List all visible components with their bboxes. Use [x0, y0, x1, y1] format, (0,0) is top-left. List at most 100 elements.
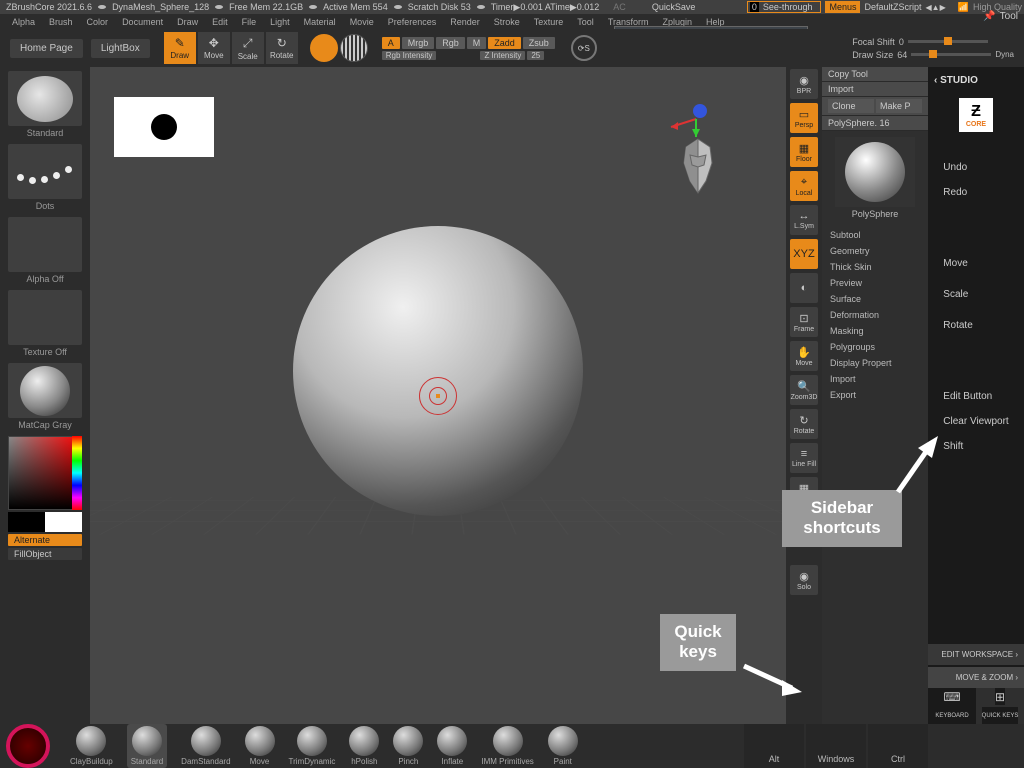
menu-help[interactable]: Help	[706, 17, 725, 27]
menu-transform[interactable]: Transform	[608, 17, 649, 27]
brush-hpolish[interactable]: hPolish	[349, 726, 379, 766]
dots-slot[interactable]	[8, 144, 82, 199]
studio-redo-button[interactable]: Redo	[943, 187, 1008, 198]
draw-mode-button[interactable]: ✎Draw	[164, 32, 196, 64]
studio-clear-viewport-button[interactable]: Clear Viewport	[943, 416, 1008, 427]
menu-zplugin[interactable]: Zplugin	[662, 17, 692, 27]
menu-edit[interactable]: Edit	[212, 17, 228, 27]
home-page-button[interactable]: Home Page	[10, 39, 83, 58]
quickkey-alt[interactable]: Alt	[744, 724, 804, 768]
quickkey-ctrl[interactable]: Ctrl	[868, 724, 928, 768]
brush-damstandard[interactable]: DamStandard	[181, 726, 230, 766]
studio-tab-keyboard[interactable]: ⌨KEYBOARD	[928, 688, 976, 724]
clone-button[interactable]: Clone	[828, 99, 874, 113]
brush-pinch[interactable]: Pinch	[393, 726, 423, 766]
swatch-row[interactable]	[8, 512, 82, 532]
studio-back-button[interactable]: ‹ STUDIO	[928, 67, 1024, 94]
studio-scale-button[interactable]: Scale	[943, 289, 1008, 300]
a-toggle[interactable]: A	[382, 37, 400, 49]
mrgb-toggle[interactable]: Mrgb	[402, 37, 435, 49]
zoom3d-button[interactable]: 🔍Zoom3D	[790, 375, 818, 405]
studio-move-button[interactable]: Move	[943, 258, 1008, 269]
menu-preferences[interactable]: Preferences	[388, 17, 437, 27]
brush-trimdynamic[interactable]: TrimDynamic	[289, 726, 336, 766]
local-button[interactable]: ⌖Local	[790, 171, 818, 201]
edit-workspace-button[interactable]: EDIT WORKSPACE ›	[928, 644, 1024, 665]
brush-standard[interactable]: Standard	[127, 724, 167, 768]
menu-draw[interactable]: Draw	[177, 17, 198, 27]
menu-document[interactable]: Document	[122, 17, 163, 27]
brush-inflate[interactable]: Inflate	[437, 726, 467, 766]
lsym-button[interactable]: ↔L.Sym	[790, 205, 818, 235]
menu-movie[interactable]: Movie	[350, 17, 374, 27]
menu-tool[interactable]: Tool	[577, 17, 594, 27]
zadd-toggle[interactable]: Zadd	[488, 37, 521, 49]
brush-paint[interactable]: Paint	[548, 726, 578, 766]
bpr-button[interactable]: ◉BPR	[790, 69, 818, 99]
studio-rotate-button[interactable]: Rotate	[943, 320, 1008, 331]
standard-slot[interactable]	[8, 71, 82, 126]
studio-undo-button[interactable]: Undo	[943, 162, 1008, 173]
gyro-toggle[interactable]: ⟳S	[571, 35, 597, 61]
make-polymesh-button[interactable]: Make P	[876, 99, 922, 113]
solo-button[interactable]: ◉Solo	[790, 565, 818, 595]
tool-section-subtool[interactable]: Subtool	[830, 227, 920, 243]
texture-off-slot[interactable]	[8, 290, 82, 345]
rgb-toggle[interactable]: Rgb	[436, 37, 465, 49]
default-zscript[interactable]: DefaultZScript	[864, 2, 921, 12]
studio-edit-button-button[interactable]: Edit Button	[943, 391, 1008, 402]
menu-material[interactable]: Material	[304, 17, 336, 27]
menu-brush[interactable]: Brush	[49, 17, 73, 27]
tool-section-geometry[interactable]: Geometry	[830, 243, 920, 259]
brush-claybuildup[interactable]: ClayBuildup	[70, 726, 113, 766]
gizmo-disc[interactable]	[310, 34, 338, 62]
menu-light[interactable]: Light	[270, 17, 290, 27]
brush-imm-primitives[interactable]: IMM Primitives	[481, 726, 533, 766]
tool-section-masking[interactable]: Masking	[830, 323, 920, 339]
matcap-gray-slot[interactable]	[8, 363, 82, 418]
gizmo-disc-2[interactable]	[340, 34, 368, 62]
see-through-slider[interactable]: 0See-through	[747, 1, 822, 13]
quickkey-windows[interactable]: Windows	[806, 724, 866, 768]
alpha-off-slot[interactable]	[8, 217, 82, 272]
tool-section-preview[interactable]: Preview	[830, 275, 920, 291]
alternate-button[interactable]: Alternate	[8, 534, 82, 546]
quicksave-button[interactable]: QuickSave	[648, 2, 700, 12]
menu-file[interactable]: File	[242, 17, 257, 27]
copy-tool-button[interactable]: Copy Tool	[822, 67, 928, 82]
menu-render[interactable]: Render	[450, 17, 480, 27]
studio-shift-button[interactable]: Shift	[943, 441, 1008, 452]
menu-alpha[interactable]: Alpha	[12, 17, 35, 27]
zsub-toggle[interactable]: Zsub	[523, 37, 555, 49]
tool-section-display-propert[interactable]: Display Propert	[830, 355, 920, 371]
move-zoom-button[interactable]: MOVE & ZOOM ›	[928, 667, 1024, 688]
menu-stroke[interactable]: Stroke	[494, 17, 520, 27]
floor-button[interactable]: ▦Floor	[790, 137, 818, 167]
draw-size-slider[interactable]: Draw Size 64Dyna	[852, 50, 1014, 60]
studio-tab-quick-keys[interactable]: ⊞QUICK KEYS	[976, 688, 1024, 724]
scale-mode-button[interactable]: ⤢Scale	[232, 32, 264, 64]
rotate-button[interactable]: ↻Rotate	[790, 409, 818, 439]
-button[interactable]: ◐	[790, 273, 818, 303]
lightbox-button[interactable]: LightBox	[91, 39, 150, 58]
polysphere-row[interactable]: PolySphere. 16	[822, 116, 928, 131]
tool-section-surface[interactable]: Surface	[830, 291, 920, 307]
menus-button[interactable]: Menus	[825, 1, 860, 13]
tool-thumbnail[interactable]	[835, 137, 915, 207]
persp-button[interactable]: ▭Persp	[790, 103, 818, 133]
move-mode-button[interactable]: ✥Move	[198, 32, 230, 64]
menu-color[interactable]: Color	[87, 17, 109, 27]
xyz-button[interactable]: XYZ	[790, 239, 818, 269]
rotate-mode-button[interactable]: ↻Rotate	[266, 32, 298, 64]
import-button[interactable]: Import	[822, 82, 928, 97]
tool-section-deformation[interactable]: Deformation	[830, 307, 920, 323]
tool-section-polygroups[interactable]: Polygroups	[830, 339, 920, 355]
fillobject-button[interactable]: FillObject	[8, 548, 82, 560]
brush-move[interactable]: Move	[245, 726, 275, 766]
focal-shift-slider[interactable]: Focal Shift 0	[852, 37, 1014, 47]
linefill-button[interactable]: ≡Line Fill	[790, 443, 818, 473]
frame-button[interactable]: ⊡Frame	[790, 307, 818, 337]
m-toggle[interactable]: M	[467, 37, 487, 49]
tool-section-import[interactable]: Import	[830, 371, 920, 387]
tool-section-thick-skin[interactable]: Thick Skin	[830, 259, 920, 275]
